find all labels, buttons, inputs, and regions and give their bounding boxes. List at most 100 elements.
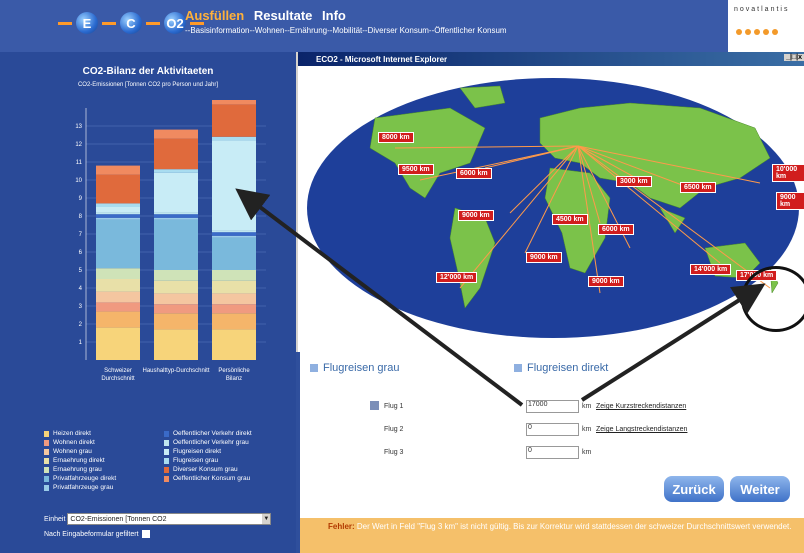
x-category-label: Bilanz <box>226 376 242 382</box>
sub-nav[interactable]: --Basisinformation--Wohnen--Ernährung--M… <box>185 26 507 35</box>
legend-row: Heizen direkt Oeffentlicher Verkehr direk… <box>44 429 284 438</box>
legend-label: Ernaehrung direkt <box>53 457 105 464</box>
nav-info[interactable]: Info <box>322 8 346 23</box>
y-tick-label: 5 <box>79 268 83 274</box>
distance-label: 9000 km <box>526 252 562 263</box>
bar-segment <box>154 280 198 294</box>
legend-label: Privatfahrzeuge grau <box>53 484 114 491</box>
legend-swatch <box>44 430 49 437</box>
ie-title: ECO2 - Microsoft Internet Explorer <box>316 54 448 64</box>
legend-swatch <box>44 457 49 464</box>
legend-item: Wohnen direkt <box>44 438 164 447</box>
error-bar: Fehler: Der Wert in Feld "Flug 3 km" ist… <box>300 518 804 553</box>
flight-2-label: Flug 2 <box>384 426 404 433</box>
logo-letter-o2: O2 <box>164 12 186 34</box>
distance-label: 6000 km <box>598 224 634 235</box>
bar-segment <box>212 235 256 238</box>
legend-row: Wohnen direkt Oeffentlicher Verkehr grau <box>44 438 284 447</box>
distance-label: 9000 km <box>458 210 494 221</box>
chart-legend: Heizen direkt Oeffentlicher Verkehr direk… <box>44 429 284 492</box>
world-map <box>300 68 804 348</box>
flight-row-2: Flug 2 0 km Zeige Langstreckendistanzen <box>300 419 804 441</box>
filter-checkbox[interactable] <box>141 530 150 538</box>
flight-row-1: Flug 1 17000 km Zeige Kurzstreckendistan… <box>300 396 804 418</box>
main-nav: Ausfüllen Resultate Info <box>185 8 352 23</box>
chart-subtitle: CO2-Emissionen [Tonnen CO2 pro Person un… <box>77 82 219 88</box>
bar-segment <box>154 129 198 139</box>
bar-segment <box>212 136 256 141</box>
legend-swatch <box>164 439 169 446</box>
y-tick-label: 12 <box>75 142 82 148</box>
legend-row: Ernaehrung direkt Flugreisen grau <box>44 456 284 465</box>
flight-3-input[interactable]: 0 <box>526 446 579 459</box>
bar-segment <box>212 304 256 314</box>
bar-segment <box>212 230 256 233</box>
bar-segment <box>154 138 198 170</box>
bar-segment <box>212 100 256 105</box>
y-tick-label: 2 <box>79 322 83 328</box>
distance-label: 4500 km <box>552 214 588 225</box>
next-button[interactable]: Weiter <box>730 476 790 502</box>
flight-2-input[interactable]: 0 <box>526 423 579 436</box>
legend-label: Oeffentlicher Verkehr grau <box>173 439 249 446</box>
unit-select[interactable]: CO2-Emissionen [Tonnen CO2 ▼ <box>67 513 272 525</box>
legend-label: Flugreisen direkt <box>173 448 222 455</box>
legend-swatch <box>164 448 169 455</box>
chart-title: CO2-Bilanz der Aktivitaeten <box>82 66 214 77</box>
legend-label: Heizen direkt <box>53 430 91 437</box>
y-tick-label: 9 <box>79 196 83 202</box>
nav-resultate[interactable]: Resultate <box>254 8 313 23</box>
legend-row: Wohnen grau Flugreisen direkt <box>44 447 284 456</box>
y-tick-label: 8 <box>79 214 83 220</box>
ie-window: ECO2 - Microsoft Internet Explorer _|□|x… <box>296 52 804 352</box>
legend-swatch <box>44 475 49 482</box>
bar-segment <box>96 174 140 204</box>
short-distance-link[interactable]: Zeige Kurzstreckendistanzen <box>596 403 686 410</box>
distance-label: 6500 km <box>680 182 716 193</box>
bar-segment <box>96 214 140 218</box>
bar-segment <box>212 280 256 294</box>
bar-segment <box>96 302 140 312</box>
bar-segment <box>154 217 198 220</box>
bar-segment <box>154 214 198 218</box>
bar-segment <box>96 311 140 328</box>
flight-1-input[interactable]: 17000 <box>526 400 579 413</box>
error-message: Der Wert in Feld "Flug 3 km" ist nicht g… <box>356 522 792 531</box>
square-icon <box>514 364 522 372</box>
unit-label: Einheit <box>44 515 66 523</box>
legend-item: Privatfahrzeuge grau <box>44 483 164 492</box>
co2-bar-chart: 12345678910111213SchweizerDurchschnittHa… <box>75 100 266 382</box>
bar-segment <box>212 237 256 270</box>
window-buttons[interactable]: _|□|x <box>784 54 804 61</box>
legend-label: Ernaehrung grau <box>53 466 102 473</box>
section-flugreisen-grau: Flugreisen grau <box>310 362 399 374</box>
distance-label: 9000 km <box>776 192 804 210</box>
back-button[interactable]: Zurück <box>664 476 724 502</box>
bar-segment <box>96 165 140 175</box>
flight-2-unit: km <box>582 426 592 433</box>
bar-segment <box>154 304 198 314</box>
error-label: Fehler: <box>328 522 355 531</box>
legend-item: Wohnen grau <box>44 447 164 456</box>
legend-swatch <box>44 448 49 455</box>
nav-ausfuellen[interactable]: Ausfüllen <box>185 8 244 23</box>
filter-row: Nach Eingabeformular gefiltert <box>44 530 150 538</box>
info-icon[interactable] <box>370 401 379 410</box>
legend-item: Oeffentlicher Verkehr grau <box>164 438 284 447</box>
y-tick-label: 13 <box>75 124 82 130</box>
y-tick-label: 3 <box>79 304 83 310</box>
y-tick-label: 4 <box>79 286 83 292</box>
distance-label: 9500 km <box>398 164 434 175</box>
bar-segment <box>212 313 256 330</box>
long-distance-link[interactable]: Zeige Langstreckendistanzen <box>596 426 687 433</box>
chevron-down-icon[interactable]: ▼ <box>262 514 271 524</box>
ie-titlebar: ECO2 - Microsoft Internet Explorer _|□|x <box>298 52 804 66</box>
legend-item: Oeffentlicher Konsum grau <box>164 474 284 483</box>
legend-label: Diverser Konsum grau <box>173 466 238 473</box>
y-tick-label: 11 <box>76 160 83 166</box>
bar-segment <box>96 327 140 360</box>
y-tick-label: 1 <box>79 340 83 346</box>
error-text: Fehler: Der Wert in Feld "Flug 3 km" ist… <box>328 522 798 532</box>
bar-segment <box>212 232 256 236</box>
bar-segment <box>212 140 256 231</box>
